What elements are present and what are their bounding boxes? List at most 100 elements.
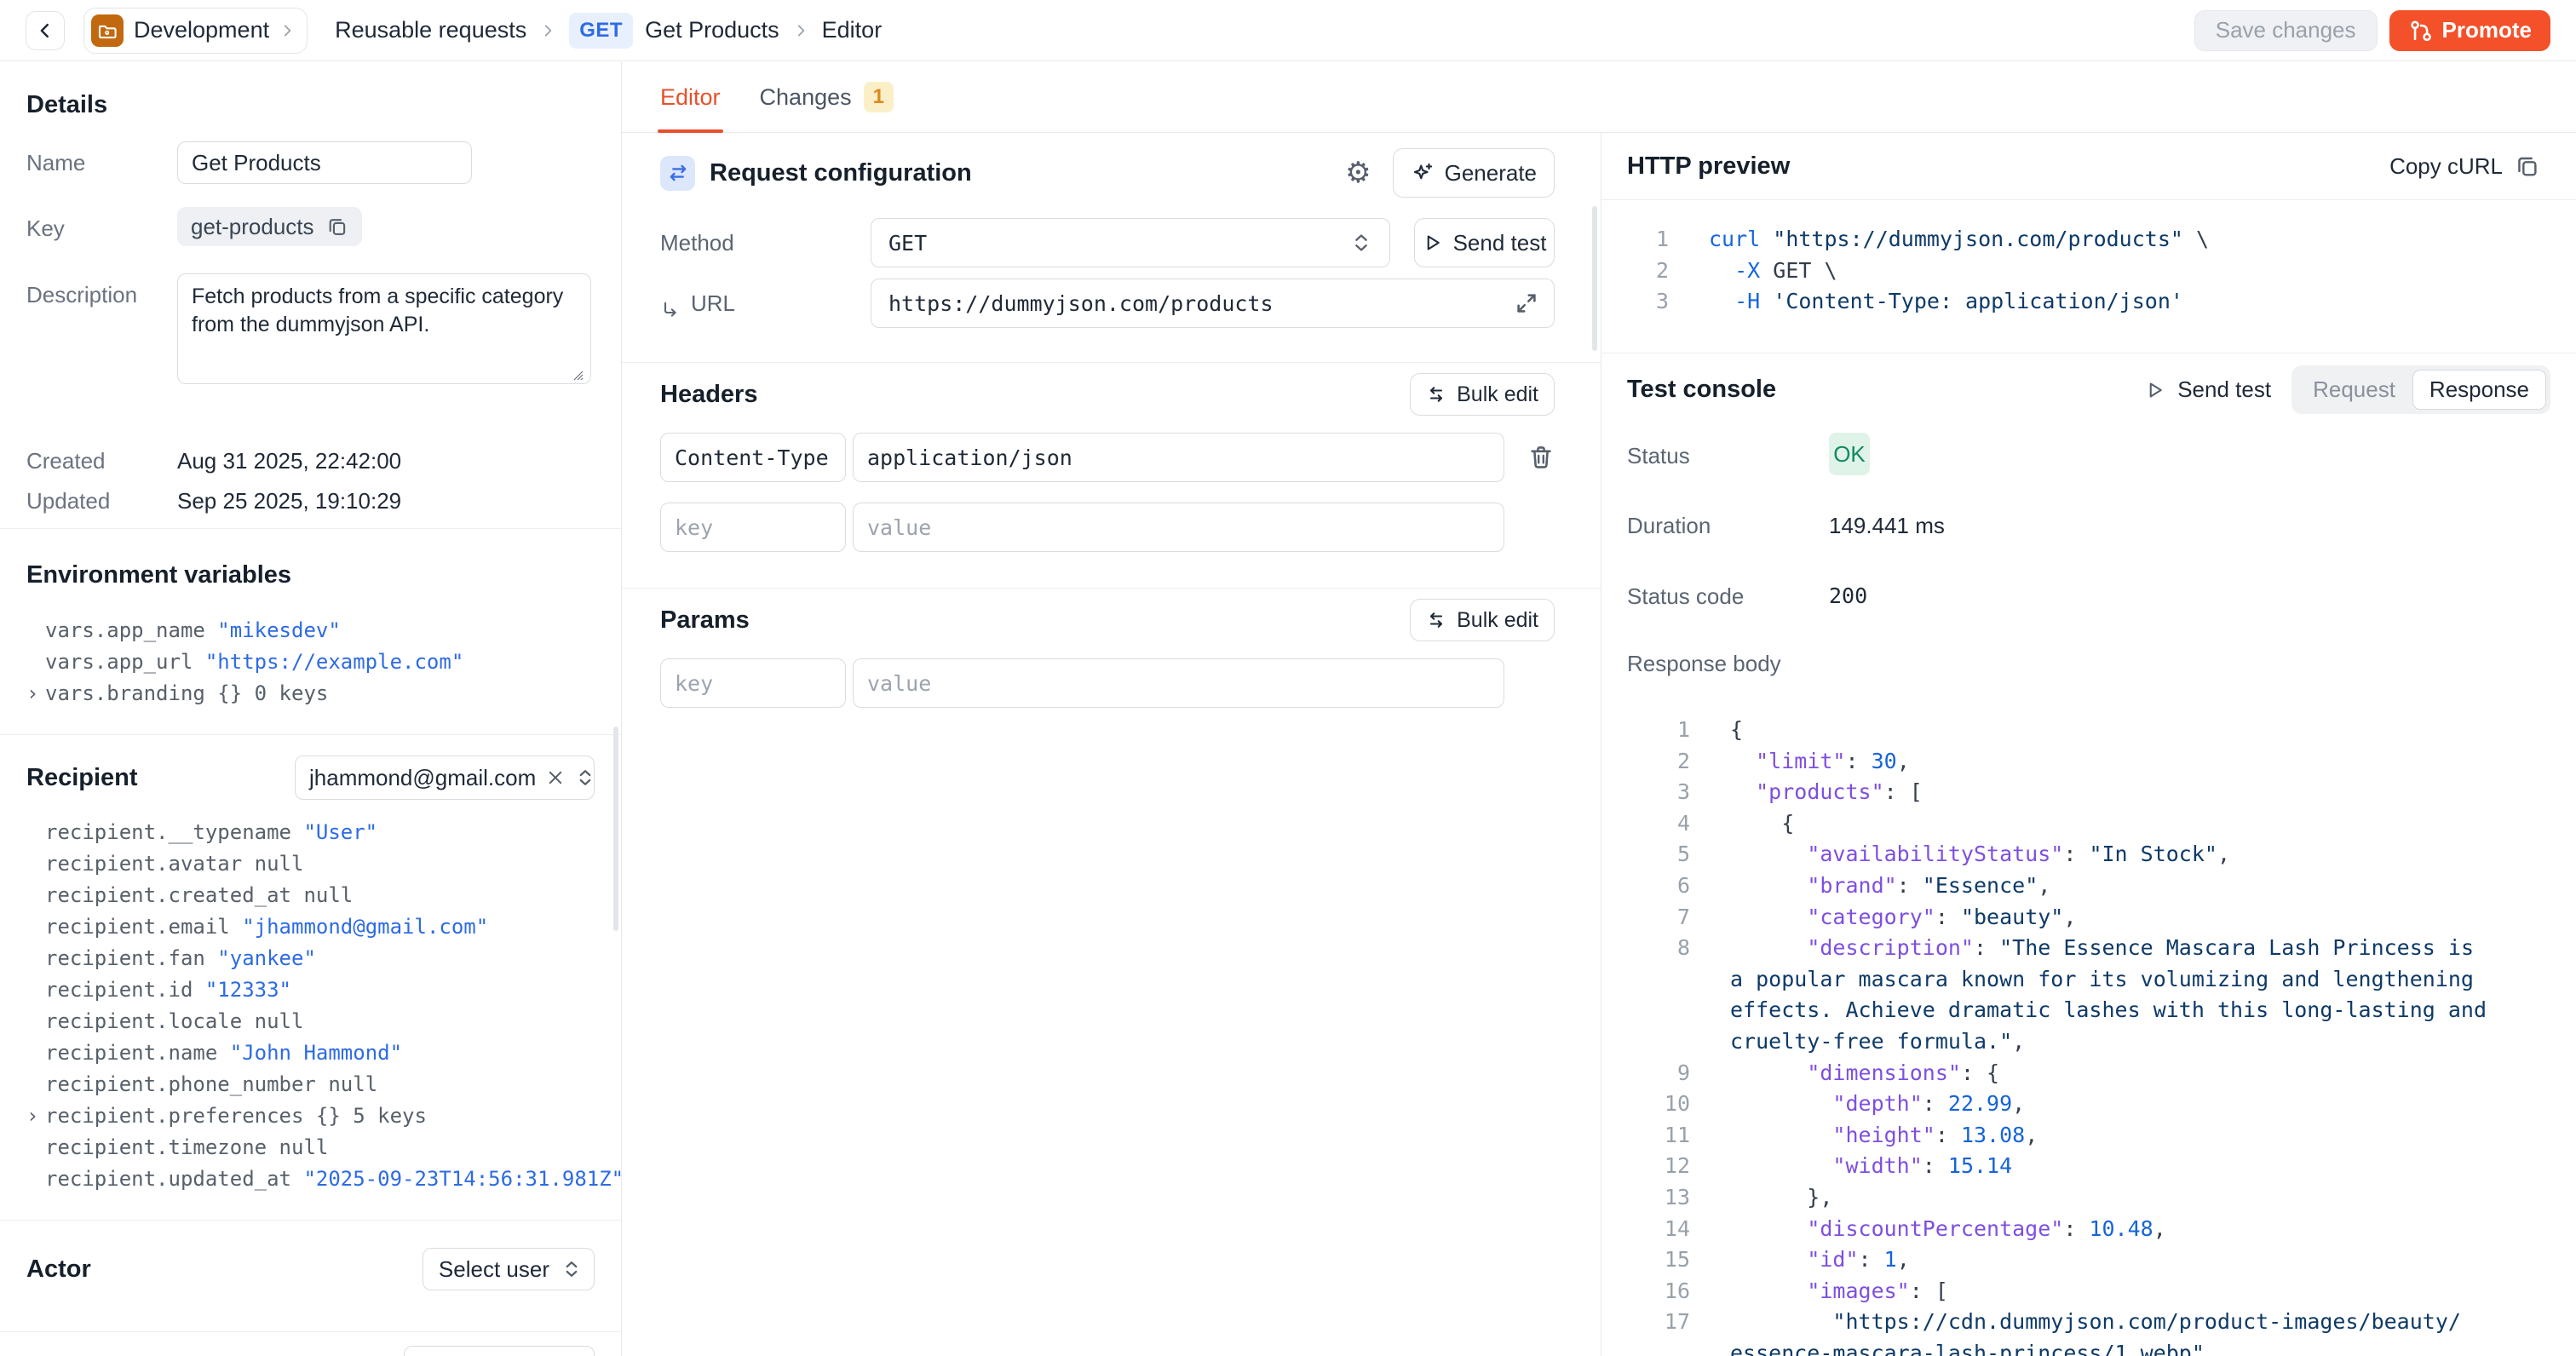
- project-switcher[interactable]: Development: [83, 8, 308, 54]
- variable-row: recipient.fan "yankee": [45, 943, 595, 974]
- recipient-select[interactable]: jhammond@gmail.com: [295, 756, 595, 800]
- editor-scrollbar[interactable]: [1592, 206, 1597, 351]
- bulk-edit-label: Bulk edit: [1457, 608, 1538, 633]
- console-send-test-button[interactable]: Send test: [2145, 376, 2271, 403]
- param-value-input[interactable]: [853, 658, 1504, 708]
- variable-value: null: [255, 852, 304, 876]
- variable-key: recipient.email: [45, 915, 230, 939]
- details-sidebar: Details Name Key get-products Descriptio…: [0, 62, 622, 1356]
- line-number: 14: [1627, 1214, 1690, 1245]
- recipient-field-list: recipient.__typename "User"recipient.ava…: [26, 817, 595, 1195]
- breadcrumb-request[interactable]: Get Products: [645, 17, 779, 43]
- headers-bulk-edit-button[interactable]: Bulk edit: [1410, 373, 1555, 416]
- status-code-label: Status code: [1627, 583, 1829, 610]
- changes-count-badge: 1: [864, 82, 894, 112]
- promote-button[interactable]: Promote: [2389, 10, 2550, 51]
- code-line: 9 "dimensions": {: [1627, 1058, 2550, 1089]
- updated-value: Sep 25 2025, 19:10:29: [177, 480, 401, 514]
- code-line: 12 "width": 15.14: [1627, 1151, 2550, 1182]
- variable-key: vars.app_url: [45, 650, 193, 674]
- save-changes-button[interactable]: Save changes: [2194, 10, 2378, 51]
- variable-value: "yankee": [217, 946, 316, 970]
- duration-label: Duration: [1627, 513, 1829, 539]
- line-number: 3: [1627, 286, 1669, 318]
- swap-icon: [1426, 610, 1446, 630]
- resize-grip-icon[interactable]: [571, 368, 584, 382]
- tab-changes[interactable]: Changes 1: [760, 62, 894, 132]
- param-key-input[interactable]: [660, 658, 846, 708]
- description-textarea[interactable]: Fetch products from a specific category …: [177, 273, 591, 384]
- tab-editor[interactable]: Editor: [660, 62, 721, 132]
- chevron-right-icon: [540, 23, 555, 38]
- code-line: effects. Achieve dramatic lashes with th…: [1627, 995, 2550, 1026]
- variable-value: null: [328, 1072, 377, 1096]
- back-button[interactable]: [26, 11, 65, 50]
- send-test-button[interactable]: Send test: [1414, 218, 1555, 267]
- line-number: 6: [1627, 870, 1690, 902]
- gear-icon[interactable]: ⚙: [1345, 158, 1371, 187]
- toggle-response[interactable]: Response: [2412, 370, 2546, 410]
- key-value-pill: get-products: [177, 207, 362, 246]
- variable-row: recipient.locale null: [45, 1006, 595, 1037]
- variable-value: "mikesdev": [217, 618, 341, 642]
- code-line: 17 "https://cdn.dummyjson.com/product-im…: [1627, 1307, 2550, 1338]
- code-line: 3 -H 'Content-Type: application/json': [1627, 286, 2550, 318]
- variable-key: recipient.name: [45, 1041, 217, 1065]
- header-value-input[interactable]: [853, 433, 1504, 482]
- header-key-input[interactable]: [660, 433, 846, 482]
- actor-select[interactable]: Select user: [423, 1248, 595, 1290]
- copy-icon[interactable]: [326, 215, 348, 238]
- header-key-input-empty[interactable]: [660, 503, 846, 552]
- variable-value: null: [255, 1009, 304, 1033]
- description-label: Description: [26, 273, 177, 388]
- expand-chevron-icon[interactable]: ›: [26, 678, 38, 710]
- url-label: URL: [660, 279, 871, 328]
- generate-button[interactable]: Generate: [1393, 148, 1555, 198]
- variable-value: {} 5 keys: [316, 1104, 427, 1128]
- variable-value: "User": [303, 820, 377, 844]
- variable-value: "John Hammond": [230, 1041, 402, 1065]
- trash-icon[interactable]: [1527, 444, 1555, 471]
- variable-row: recipient.id "12333": [45, 974, 595, 1006]
- tenant-select[interactable]: Select tenant: [404, 1346, 595, 1356]
- url-input[interactable]: [871, 279, 1555, 328]
- header-value-input-empty[interactable]: [853, 503, 1504, 552]
- variable-row: recipient.avatar null: [45, 848, 595, 880]
- code-line: 2 -X GET \: [1627, 256, 2550, 287]
- variable-row: ›recipient.preferences {} 5 keys: [45, 1100, 595, 1132]
- http-preview-title: HTTP preview: [1627, 152, 1790, 181]
- variable-value: "https://example.com": [205, 650, 463, 674]
- sidebar-scrollbar[interactable]: [613, 727, 618, 931]
- variable-key: vars.branding: [45, 681, 205, 705]
- code-line: 5 "availabilityStatus": "In Stock",: [1627, 839, 2550, 870]
- expand-chevron-icon[interactable]: ›: [26, 1100, 38, 1132]
- name-input[interactable]: [177, 141, 472, 184]
- line-number: [1627, 964, 1690, 996]
- line-number: 5: [1627, 839, 1690, 870]
- promote-branch-icon: [2408, 19, 2432, 43]
- play-icon: [1423, 233, 1443, 253]
- line-number: 12: [1627, 1151, 1690, 1182]
- response-body-label: Response body: [1627, 651, 1829, 677]
- variable-key: recipient.preferences: [45, 1104, 303, 1128]
- params-bulk-edit-button[interactable]: Bulk edit: [1410, 599, 1555, 641]
- top-bar: Development Reusable requests GET Get Pr…: [0, 0, 2576, 61]
- copy-curl-button[interactable]: Copy cURL: [2389, 153, 2540, 180]
- clear-icon[interactable]: [546, 768, 565, 787]
- folder-lock-icon: [91, 14, 124, 47]
- method-select[interactable]: GET: [871, 218, 1390, 267]
- generate-label: Generate: [1445, 160, 1537, 187]
- toggle-request[interactable]: Request: [2296, 370, 2412, 410]
- test-console-title: Test console: [1627, 376, 1776, 404]
- variable-value: null: [303, 883, 353, 907]
- variable-key: recipient.timezone: [45, 1135, 267, 1159]
- tab-changes-label: Changes: [760, 84, 852, 111]
- variable-value: "12333": [205, 978, 291, 1002]
- breadcrumb-section[interactable]: Reusable requests: [335, 17, 526, 43]
- status-code-value: 200: [1829, 583, 1867, 610]
- promote-label: Promote: [2442, 17, 2532, 43]
- line-number: 16: [1627, 1276, 1690, 1307]
- expand-icon[interactable]: [1514, 290, 1539, 316]
- tab-editor-label: Editor: [660, 84, 721, 111]
- actor-heading: Actor: [26, 1255, 91, 1284]
